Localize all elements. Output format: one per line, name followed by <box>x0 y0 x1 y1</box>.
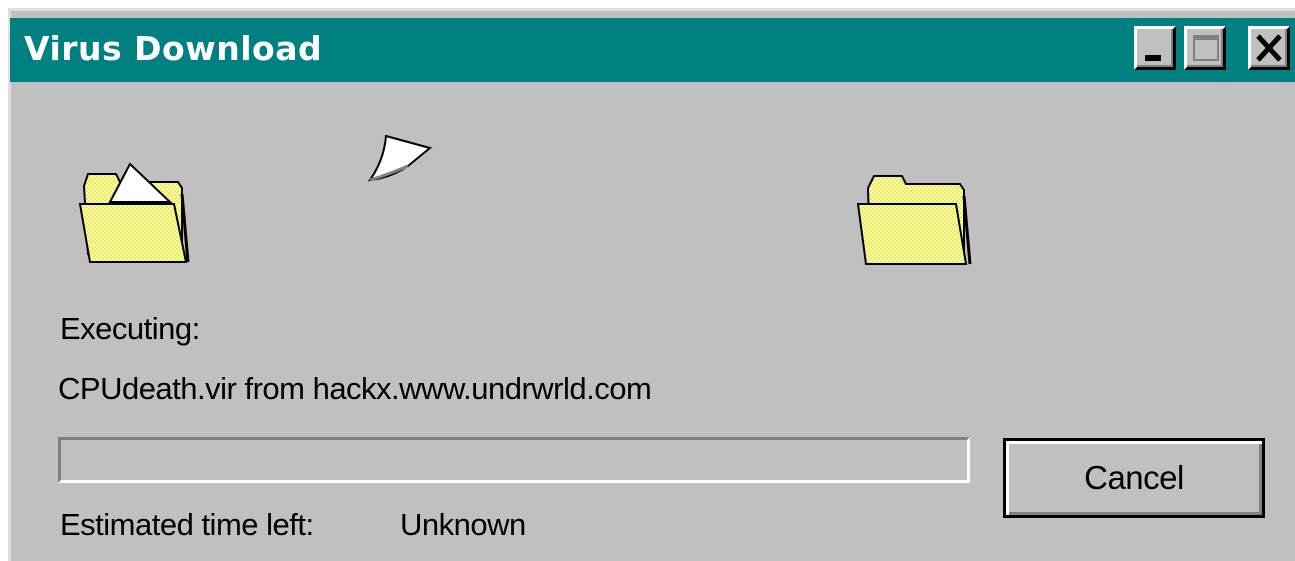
flying-document-icon <box>367 134 433 182</box>
close-icon <box>1256 34 1282 62</box>
destination-folder-icon <box>856 175 972 265</box>
minimize-icon <box>1145 55 1161 61</box>
file-description: CPUdeath.vir from hackx.www.undrwrld.com <box>58 371 652 406</box>
window-title: Virus Download <box>24 29 323 68</box>
action-label: Executing: <box>60 311 200 346</box>
time-left-label: Estimated time left: <box>60 507 314 542</box>
close-button[interactable] <box>1248 26 1290 70</box>
time-left-value: Unknown <box>400 507 526 542</box>
title-bar[interactable]: Virus Download <box>10 18 1295 82</box>
minimize-button[interactable] <box>1134 26 1176 70</box>
maximize-icon <box>1193 35 1219 61</box>
source-folder-icon <box>78 162 190 263</box>
maximize-button <box>1184 26 1226 70</box>
cancel-button[interactable]: Cancel <box>1003 438 1265 518</box>
progress-bar <box>58 437 970 483</box>
